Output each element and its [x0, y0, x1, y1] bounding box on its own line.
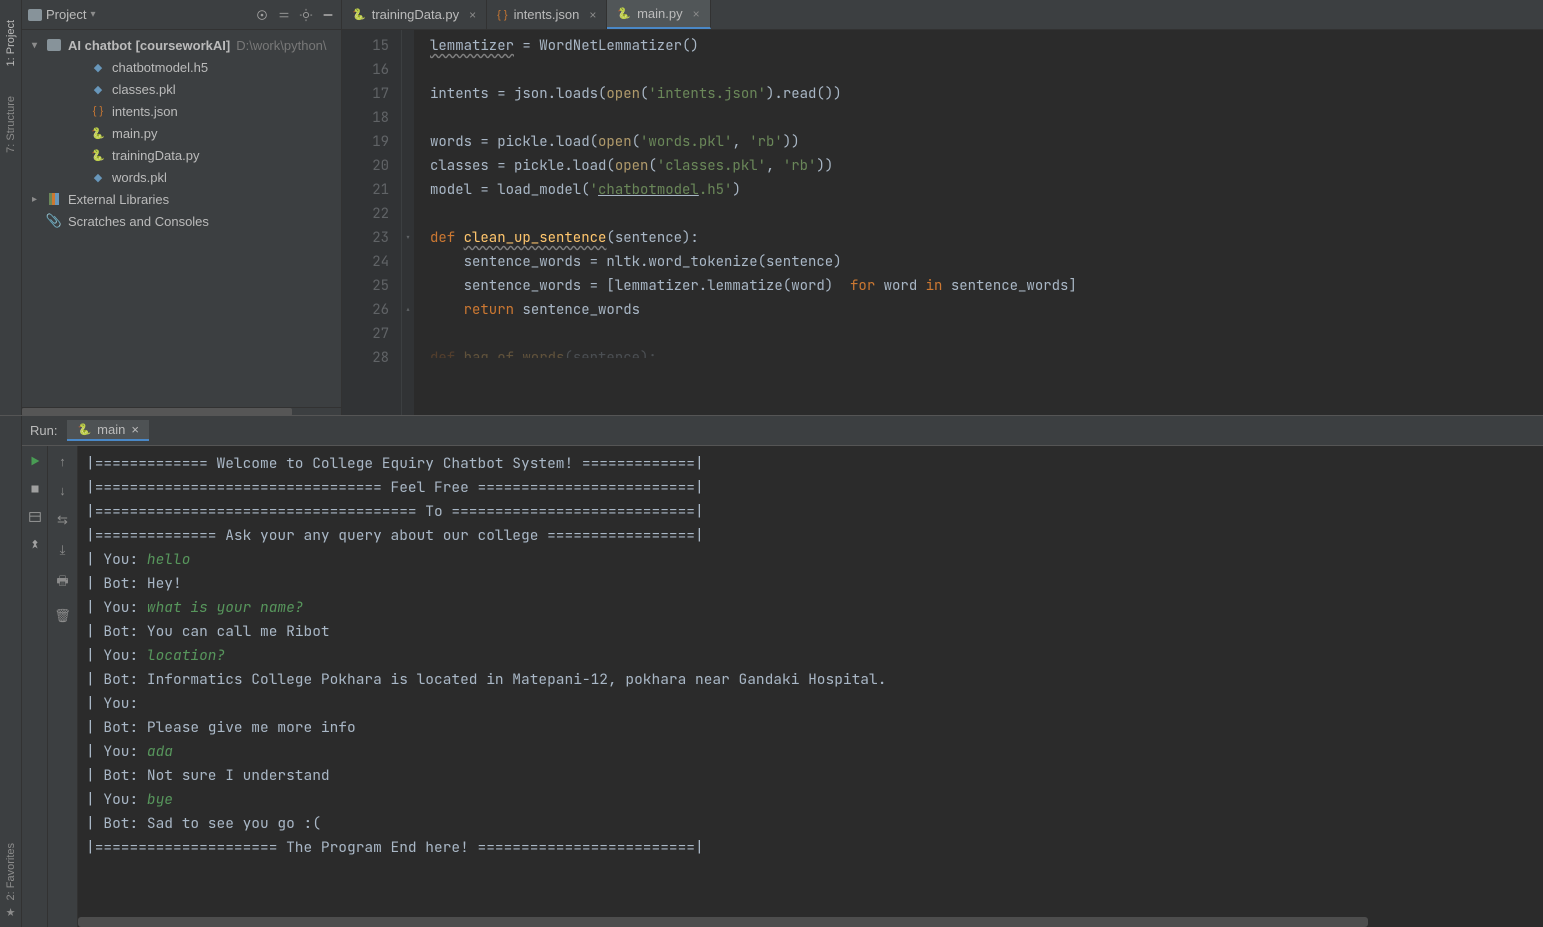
tree-file-label: chatbotmodel.h5	[112, 60, 208, 75]
data-file-icon: ◆	[94, 171, 102, 184]
sidebar-tab-project[interactable]: 1: Project	[5, 20, 17, 66]
sidebar-tab-favorites[interactable]: 2: Favorites	[5, 843, 17, 900]
close-icon[interactable]: ×	[589, 8, 596, 22]
python-icon: 🐍	[91, 127, 105, 140]
sidebar-tab-structure[interactable]: 7: Structure	[5, 96, 17, 153]
tree-root-name: AI chatbot	[68, 38, 132, 53]
run-controls-secondary: ↑ ↓ ⇆ ⤓ 🖶 🗑	[48, 446, 78, 927]
folder-icon	[47, 39, 61, 51]
project-panel: Project ▾ ▾ AI chatbot [courseworkAI] D:…	[22, 0, 342, 415]
editor-tab-bar: 🐍 trainingData.py × { } intents.json × 🐍 main.p…	[342, 0, 1543, 30]
down-icon[interactable]: ↓	[59, 483, 66, 498]
tree-root[interactable]: ▾ AI chatbot [courseworkAI] D:\work\pyth…	[22, 34, 341, 56]
python-icon: 🐍	[91, 149, 105, 162]
python-icon: 🐍	[352, 8, 366, 21]
trash-icon[interactable]: 🗑	[54, 608, 71, 624]
close-icon[interactable]: ×	[693, 7, 700, 21]
expand-all-icon[interactable]	[277, 8, 291, 22]
tree-file[interactable]: ◆ words.pkl	[22, 166, 341, 188]
tree-root-path: D:\work\python\	[236, 38, 326, 53]
project-scroll-thumb[interactable]	[22, 408, 292, 416]
project-tree: ▾ AI chatbot [courseworkAI] D:\work\pyth…	[22, 30, 341, 236]
tree-file[interactable]: 🐍 trainingData.py	[22, 144, 341, 166]
close-icon[interactable]: ×	[131, 422, 139, 437]
chevron-down-icon[interactable]: ▾	[90, 9, 95, 20]
locate-icon[interactable]	[255, 8, 269, 22]
tree-file[interactable]: ◆ classes.pkl	[22, 78, 341, 100]
tree-file-label: classes.pkl	[112, 82, 176, 97]
editor-area: 🐍 trainingData.py × { } intents.json × 🐍 main.p…	[342, 0, 1543, 415]
json-icon: { }	[93, 105, 103, 117]
library-icon	[49, 193, 59, 205]
project-scroll-h[interactable]	[22, 407, 341, 415]
tree-file-label: words.pkl	[112, 170, 167, 185]
gear-icon[interactable]	[299, 8, 313, 22]
python-icon: 🐍	[617, 7, 631, 20]
run-tool-window: 2: Favorites ★ Run: 🐍 main × ↑ ↓ ⇆	[0, 415, 1543, 927]
tree-file[interactable]: ◆ chatbotmodel.h5	[22, 56, 341, 78]
tree-file-label: trainingData.py	[112, 148, 199, 163]
star-icon: ★	[6, 906, 16, 919]
layout-icon[interactable]	[28, 510, 42, 524]
editor-tab-label: intents.json	[514, 7, 580, 22]
pin-icon[interactable]	[28, 538, 42, 552]
editor-tab[interactable]: { } intents.json ×	[487, 0, 607, 29]
data-file-icon: ◆	[94, 61, 102, 74]
json-icon: { }	[497, 9, 507, 21]
run-console[interactable]: |============= Welcome to College Equiry…	[78, 446, 1543, 917]
editor-tab-label: trainingData.py	[372, 7, 459, 22]
chevron-down-icon: ▾	[32, 40, 44, 51]
minimize-icon[interactable]	[321, 8, 335, 22]
scratch-icon: 📎	[46, 213, 62, 229]
editor-tab[interactable]: 🐍 main.py ×	[607, 0, 710, 29]
editor-fold-column: ▾ ▴	[402, 30, 414, 415]
run-controls-primary	[22, 446, 48, 927]
tree-scratches[interactable]: 📎 Scratches and Consoles	[22, 210, 341, 232]
tree-scratches-label: Scratches and Consoles	[68, 214, 209, 229]
rerun-icon[interactable]	[28, 454, 42, 468]
left-tool-strip-bottom: 2: Favorites ★	[0, 416, 22, 927]
python-icon: 🐍	[77, 423, 91, 436]
editor-code[interactable]: lemmatizer = WordNetLemmatizer() intents…	[414, 30, 1543, 415]
project-panel-header: Project ▾	[22, 0, 341, 30]
up-icon[interactable]: ↑	[59, 454, 66, 469]
tree-external-label: External Libraries	[68, 192, 169, 207]
left-tool-strip: 1: Project 7: Structure	[0, 0, 22, 415]
editor-body[interactable]: 1516171819202122232425262728 ▾ ▴ lemmati…	[342, 30, 1543, 415]
close-icon[interactable]: ×	[469, 8, 476, 22]
stop-icon[interactable]	[28, 482, 42, 496]
tree-file[interactable]: 🐍 main.py	[22, 122, 341, 144]
tree-file-label: intents.json	[112, 104, 178, 119]
tree-file[interactable]: { } intents.json	[22, 100, 341, 122]
tree-root-module: [courseworkAI]	[136, 38, 231, 53]
wrap-icon[interactable]: ⇆	[57, 512, 68, 528]
scroll-to-end-icon[interactable]: ⤓	[60, 542, 66, 558]
console-scroll-thumb[interactable]	[78, 917, 1368, 927]
console-scroll-h[interactable]	[78, 917, 1543, 927]
sidebar-tab-favorites-label: 2: Favorites	[5, 843, 17, 900]
chevron-right-icon: ▸	[32, 194, 44, 205]
editor-gutter: 1516171819202122232425262728	[342, 30, 402, 415]
tree-external-libs[interactable]: ▸ External Libraries	[22, 188, 341, 210]
sidebar-tab-structure-label: 7: Structure	[5, 96, 17, 153]
tree-file-label: main.py	[112, 126, 158, 141]
run-label: Run:	[30, 423, 57, 438]
editor-tab[interactable]: 🐍 trainingData.py ×	[342, 0, 487, 29]
editor-tab-label: main.py	[637, 6, 683, 21]
data-file-icon: ◆	[94, 83, 102, 96]
run-header: Run: 🐍 main ×	[22, 416, 1543, 446]
run-tab[interactable]: 🐍 main ×	[67, 420, 148, 441]
run-tab-label: main	[97, 422, 125, 437]
folder-icon	[28, 9, 42, 21]
project-panel-title: Project	[46, 7, 86, 22]
print-icon[interactable]: 🖶	[56, 572, 68, 594]
sidebar-tab-project-label: 1: Project	[5, 20, 17, 66]
